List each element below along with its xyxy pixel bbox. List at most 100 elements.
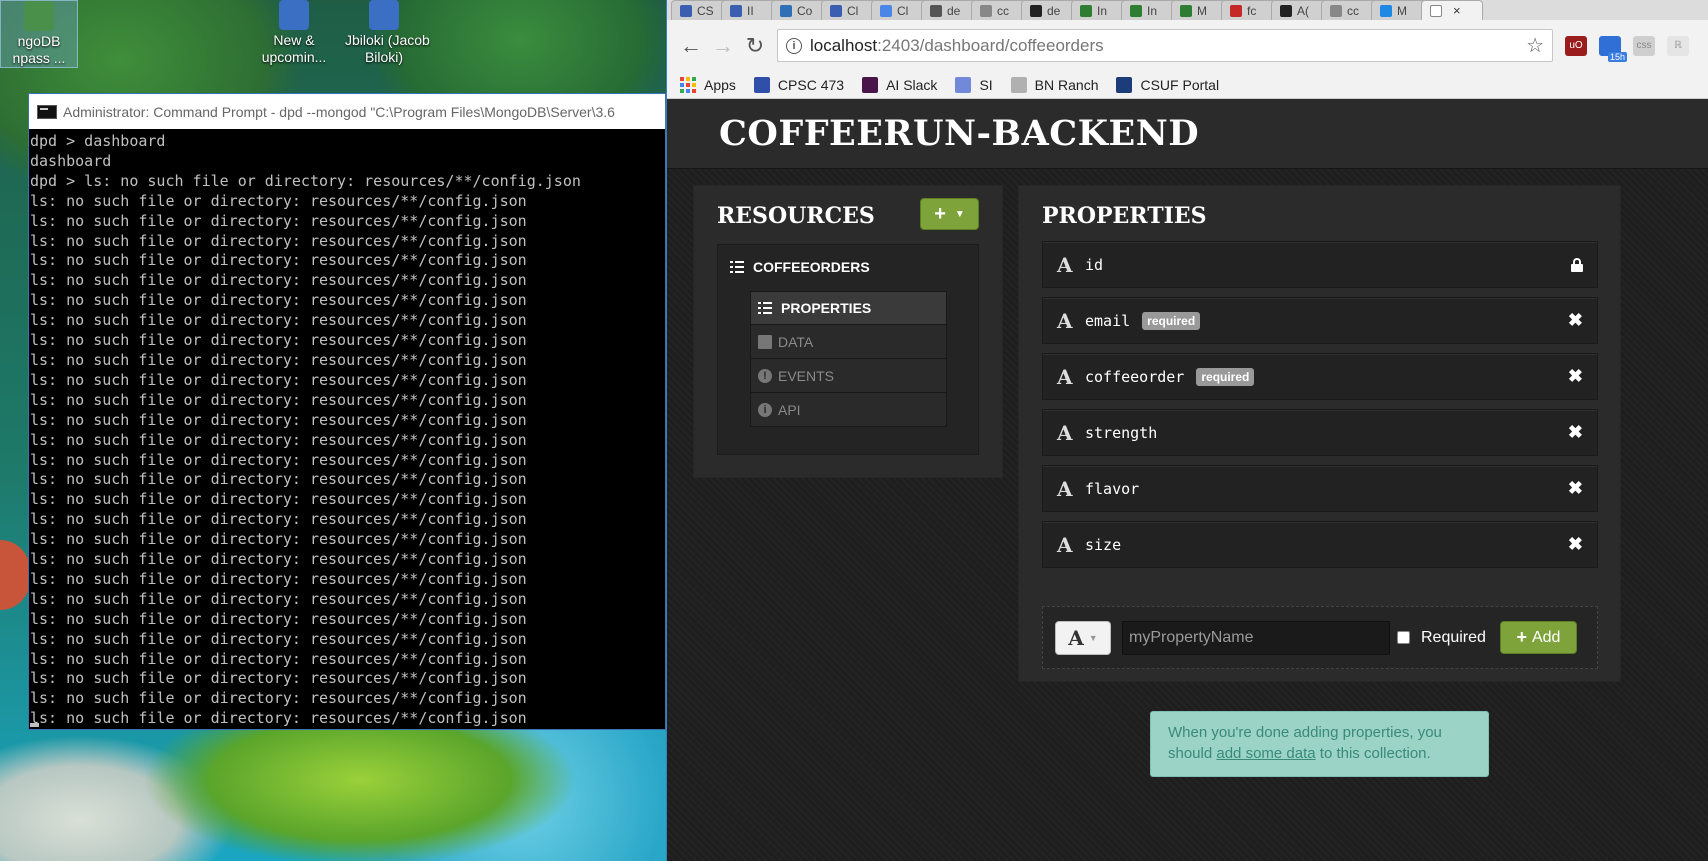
exclamation-circle-icon: ! bbox=[758, 368, 772, 383]
string-type-icon: A bbox=[1057, 476, 1073, 501]
desktop-icon[interactable]: New & upcomin... bbox=[255, 0, 333, 66]
cmd-titlebar[interactable]: Administrator: Command Prompt - dpd --mo… bbox=[29, 94, 665, 129]
bookmark-star-icon[interactable]: ☆ bbox=[1526, 33, 1544, 58]
cmd-line: ls: no such file or directory: resources… bbox=[30, 291, 527, 310]
discord-icon bbox=[955, 76, 972, 93]
url-path: :2403/dashboard/coffeeorders bbox=[877, 35, 1104, 55]
close-icon[interactable]: × bbox=[1453, 3, 1461, 18]
browser-tab-active[interactable]: × bbox=[1421, 0, 1483, 20]
properties-panel: PROPERTIES Aid Aemail required ✖ Acoffeeorde… bbox=[1018, 185, 1621, 682]
bookmark-item[interactable]: Apps bbox=[680, 76, 736, 93]
desktop-icon-label: Jbiloki (Jacob Biloki) bbox=[345, 32, 430, 65]
property-type-select[interactable]: A ▼ bbox=[1055, 620, 1111, 655]
browser-tab[interactable]: de bbox=[1021, 0, 1077, 20]
browser-tab[interactable]: Cl bbox=[821, 0, 877, 20]
bookmark-item[interactable]: BN Ranch bbox=[1010, 76, 1098, 93]
browser-tab[interactable]: M bbox=[1371, 0, 1427, 20]
resource-name: COFFEEORDERS bbox=[753, 259, 870, 275]
property-row[interactable]: Aemail required ✖ bbox=[1042, 297, 1598, 344]
shortcut-icon bbox=[369, 0, 399, 30]
app-title: COFFEERUN-BACKEND bbox=[719, 113, 1200, 154]
bookmark-label: SI bbox=[979, 76, 993, 93]
bookmark-item[interactable]: AI Slack bbox=[862, 76, 938, 93]
add-resource-button[interactable]: + ▼ bbox=[920, 198, 979, 230]
browser-tab[interactable]: In bbox=[1071, 0, 1127, 20]
property-row[interactable]: Asize ✖ bbox=[1042, 521, 1598, 568]
browser-tab[interactable]: II bbox=[721, 0, 777, 20]
cmd-line: ls: no such file or directory: resources… bbox=[30, 251, 527, 270]
tab-label: M bbox=[1397, 3, 1407, 18]
ublock-extension-icon[interactable]: uO bbox=[1565, 35, 1587, 56]
extension-icon[interactable]: ℝ bbox=[1667, 35, 1689, 56]
property-list: Aid Aemail required ✖ Acoffeeorder required ✖ A… bbox=[1042, 241, 1598, 577]
desktop-icon[interactable]: ngoDB npass ... bbox=[0, 0, 78, 68]
tab-favicon-icon bbox=[1230, 4, 1242, 17]
bookmark-label: CSUF Portal bbox=[1140, 76, 1220, 93]
browser-tab[interactable]: M bbox=[1171, 0, 1227, 20]
desktop-icon[interactable]: Jbiloki (Jacob Biloki) bbox=[345, 0, 430, 66]
add-some-data-link[interactable]: add some data bbox=[1216, 745, 1315, 762]
cmd-line: ls: no such file or directory: resources… bbox=[30, 609, 527, 628]
browser-tab[interactable]: fc bbox=[1221, 0, 1277, 20]
chat-extension-icon[interactable]: 15h bbox=[1599, 35, 1627, 62]
resource-coffeeorders[interactable]: COFFEEORDERS bbox=[730, 259, 870, 275]
address-bar[interactable]: i localhost :2403/dashboard/coffeeorders… bbox=[777, 29, 1553, 62]
page-icon bbox=[1430, 4, 1442, 17]
command-prompt-window[interactable]: Administrator: Command Prompt - dpd --mo… bbox=[28, 93, 666, 730]
tab-label: cc bbox=[1347, 3, 1359, 18]
delete-icon[interactable]: ✖ bbox=[1568, 534, 1583, 555]
property-name: id bbox=[1085, 255, 1104, 274]
browser-tab[interactable]: Co bbox=[771, 0, 827, 20]
cmd-line: ls: no such file or directory: resources… bbox=[30, 311, 527, 330]
property-name: email bbox=[1085, 311, 1131, 330]
csuf-icon bbox=[1116, 76, 1133, 93]
info-icon[interactable]: i bbox=[786, 37, 802, 54]
tab-label: de bbox=[947, 3, 961, 18]
property-row[interactable]: Astrength ✖ bbox=[1042, 409, 1598, 456]
bookmark-item[interactable]: CPSC 473 bbox=[753, 76, 844, 93]
property-row[interactable]: Aid bbox=[1042, 241, 1598, 288]
required-checkbox[interactable] bbox=[1397, 631, 1410, 644]
cmd-line: ls: no such file or directory: resources… bbox=[30, 390, 527, 409]
apps-grid-icon bbox=[680, 76, 696, 93]
cmd-line: dpd > ls: no such file or directory: res… bbox=[30, 171, 581, 190]
subnav-label: EVENTS bbox=[778, 367, 835, 384]
delete-icon[interactable]: ✖ bbox=[1568, 478, 1583, 499]
browser-tab[interactable]: A( bbox=[1271, 0, 1327, 20]
property-name-input[interactable] bbox=[1122, 620, 1390, 655]
cmd-cursor bbox=[30, 723, 39, 727]
url-host: localhost bbox=[810, 35, 878, 55]
property-name: size bbox=[1085, 535, 1122, 554]
list-icon bbox=[758, 302, 772, 314]
reload-icon[interactable]: ↻ bbox=[739, 30, 771, 62]
bookmark-item[interactable]: SI bbox=[955, 76, 993, 93]
property-row[interactable]: Aflavor ✖ bbox=[1042, 465, 1598, 512]
cmd-line: ls: no such file or directory: resources… bbox=[30, 669, 527, 688]
subnav-label: PROPERTIES bbox=[781, 300, 872, 316]
bookmark-item[interactable]: CSUF Portal bbox=[1116, 76, 1220, 93]
add-property-button[interactable]: + Add bbox=[1499, 621, 1577, 654]
browser-tab[interactable]: de bbox=[921, 0, 977, 20]
forward-arrow-icon[interactable]: → bbox=[707, 30, 739, 62]
browser-tab[interactable]: Cl bbox=[871, 0, 927, 20]
browser-tab[interactable]: cc bbox=[971, 0, 1027, 20]
css-extension-icon[interactable]: css bbox=[1633, 35, 1655, 56]
subnav-data[interactable]: DATA bbox=[750, 325, 947, 359]
delete-icon[interactable]: ✖ bbox=[1568, 310, 1583, 331]
back-arrow-icon[interactable]: ← bbox=[675, 30, 707, 62]
property-row[interactable]: Acoffeeorder required ✖ bbox=[1042, 353, 1598, 400]
browser-tab[interactable]: cc bbox=[1321, 0, 1377, 20]
dashboard-page: COFFEERUN-BACKEND RESOURCES + ▼ COFFEEOR… bbox=[667, 99, 1708, 861]
browser-tab[interactable]: In bbox=[1121, 0, 1177, 20]
browser-tab[interactable]: CS bbox=[671, 0, 727, 20]
bookmark-label: AI Slack bbox=[886, 76, 938, 93]
subnav-properties[interactable]: PROPERTIES bbox=[750, 291, 947, 325]
delete-icon[interactable]: ✖ bbox=[1568, 422, 1583, 443]
cmd-line: ls: no such file or directory: resources… bbox=[30, 689, 527, 708]
resource-tree: COFFEEORDERS PROPERTIES DATA! EVENTS i API bbox=[717, 244, 979, 455]
delete-icon[interactable]: ✖ bbox=[1568, 366, 1583, 387]
subnav-api[interactable]: i API bbox=[750, 393, 947, 427]
subnav-events[interactable]: ! EVENTS bbox=[750, 359, 947, 393]
resources-panel: RESOURCES + ▼ COFFEEORDERS PROPERTIES DAT… bbox=[693, 185, 1003, 478]
ranch-icon bbox=[1010, 76, 1027, 93]
